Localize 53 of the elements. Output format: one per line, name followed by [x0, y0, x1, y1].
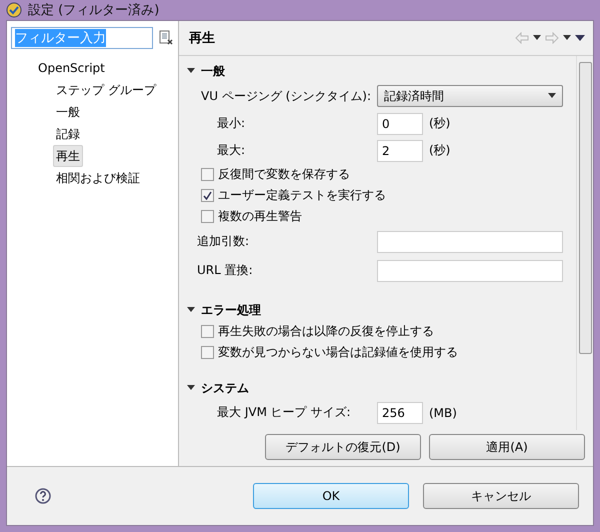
scrollbar[interactable] [576, 56, 593, 430]
section-title: 一般 [201, 62, 225, 80]
unit-label: (秒) [429, 142, 450, 159]
tree-item[interactable]: 一般 [53, 101, 83, 123]
unit-label: (秒) [429, 115, 450, 132]
field-label: 最小: [217, 115, 246, 132]
page-button[interactable]: デフォルトの復元(D) [265, 434, 421, 460]
number-field[interactable]: 0 [377, 112, 423, 134]
number-field[interactable]: 2 [377, 140, 423, 162]
back-arrow-icon[interactable] [515, 32, 529, 44]
tree-item[interactable]: 再生 [53, 145, 83, 167]
dialog-button[interactable]: キャンセル [423, 483, 579, 509]
forward-arrow-icon[interactable] [545, 32, 559, 44]
text-field[interactable] [377, 230, 563, 252]
checkbox[interactable]: ユーザー定義テストを実行する [201, 187, 386, 204]
field-label: VU ページング (シンクタイム): [201, 88, 372, 104]
unit-label: (MB) [429, 406, 457, 420]
field-label: 最大: [217, 142, 246, 159]
checkbox-box[interactable] [201, 168, 214, 181]
checkbox[interactable]: 複数の再生警告 [201, 208, 302, 225]
field-label: 追加引数: [197, 233, 250, 250]
expanded-icon[interactable] [187, 67, 195, 75]
caret-icon [548, 93, 556, 99]
field-label: 最大 JVM ヒープ サイズ: [217, 404, 352, 421]
text-field[interactable] [377, 260, 563, 282]
dialog-button[interactable]: OK [253, 483, 409, 509]
checkbox-box[interactable] [201, 325, 214, 338]
checkbox-box[interactable] [201, 346, 214, 359]
section-title: システム [201, 380, 249, 396]
checkbox[interactable]: 再生失敗の場合は以降の反復を停止する [201, 323, 434, 340]
checkbox[interactable]: 変数が見つからない場合は記録値を使用する [201, 344, 458, 361]
number-field[interactable]: 256 [377, 402, 423, 424]
checkbox-box[interactable] [201, 189, 214, 202]
tree-item[interactable]: 記録 [53, 123, 83, 145]
tree-item[interactable]: OpenScript [35, 57, 108, 79]
app-icon [6, 2, 22, 18]
tree-item[interactable]: 相関および検証 [53, 167, 143, 189]
field-label: URL 置換: [197, 262, 254, 279]
section-title: エラー処理 [201, 302, 261, 318]
page-title: 再生 [189, 30, 215, 47]
page-button[interactable]: 適用(A) [429, 434, 585, 460]
caret-icon [563, 35, 571, 41]
menu-icon[interactable] [575, 34, 585, 42]
dropdown[interactable]: 記録済時間 [377, 85, 563, 107]
window-title: 設定 (フィルター済み) [28, 2, 160, 19]
help-icon[interactable] [35, 488, 51, 504]
tree-item[interactable]: ステップ グループ [53, 79, 159, 101]
caret-icon [533, 35, 541, 41]
checkbox-box[interactable] [201, 210, 214, 223]
checkbox[interactable]: 反復間で変数を保存する [201, 166, 350, 183]
expanded-icon[interactable] [187, 384, 195, 392]
expanded-icon[interactable] [187, 306, 195, 314]
clear-filter-icon[interactable] [159, 30, 173, 46]
